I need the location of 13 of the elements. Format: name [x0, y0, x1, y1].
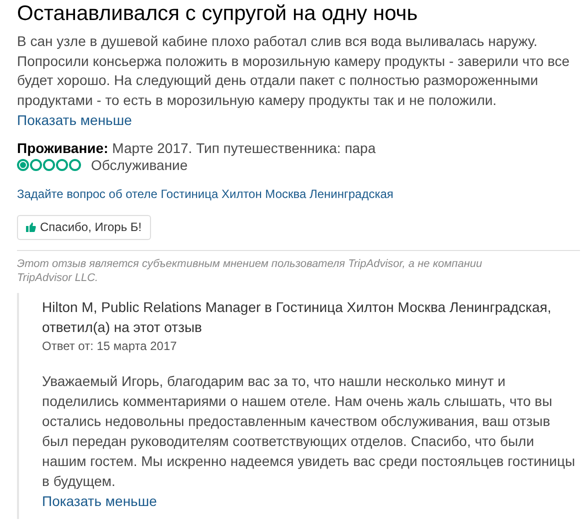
- response-date: Ответ от: 15 марта 2017: [42, 339, 178, 353]
- response-text: Уважаемый Игорь, благодарим вас за то, что нашли несколько минут и поделились комментариями о нашем отеле. Нам очень жаль слышать, что вы остались недовольны предоставленным качеством обслуживания, ваш отзыв был передан руководителям соответствующих отделов. Спасибо, что были нашим гостем. Мы искренно надеемся увидеть вас среди постояльцев гостиницы в будущем.: [42, 372, 576, 491]
- review-title: Останавливался с супругой на одну ночь: [17, 2, 419, 26]
- stay-info: Проживание: Марте 2017. Тип путешественника: пара: [17, 140, 377, 157]
- ask-question-link[interactable]: Задайте вопрос об отеле Гостиница Хилтон Москва Ленинградская: [17, 187, 580, 201]
- thanks-button[interactable]: Спасибо, Игорь Б!: [17, 215, 151, 240]
- thumbs-up-icon: [26, 222, 36, 232]
- rating-label: Обслуживание: [91, 157, 188, 173]
- disclaimer-text: Этот отзыв является субъективным мнением пользователя TripAdvisor, а не компании TripAdvisor LLC.: [17, 257, 484, 285]
- show-less-link[interactable]: Показать меньше: [17, 110, 132, 130]
- show-less-link[interactable]: Показать меньше: [42, 491, 157, 511]
- review-text: В сан узле в душевой кабине плохо работал слив вся вода выливалась наружу. Попросили консьержа положить в морозильную камеру продукты - заверили что все будет хорошо. На следующий день отдали пакет с полностью размороженными продуктами - то есть в морозильную камеру продукты так и не положили.: [17, 32, 571, 110]
- response-header: Hilton M, Public Relations Manager в Гостиница Хилтон Москва Ленинградская, ответил(а) на этот отзыв: [42, 298, 552, 337]
